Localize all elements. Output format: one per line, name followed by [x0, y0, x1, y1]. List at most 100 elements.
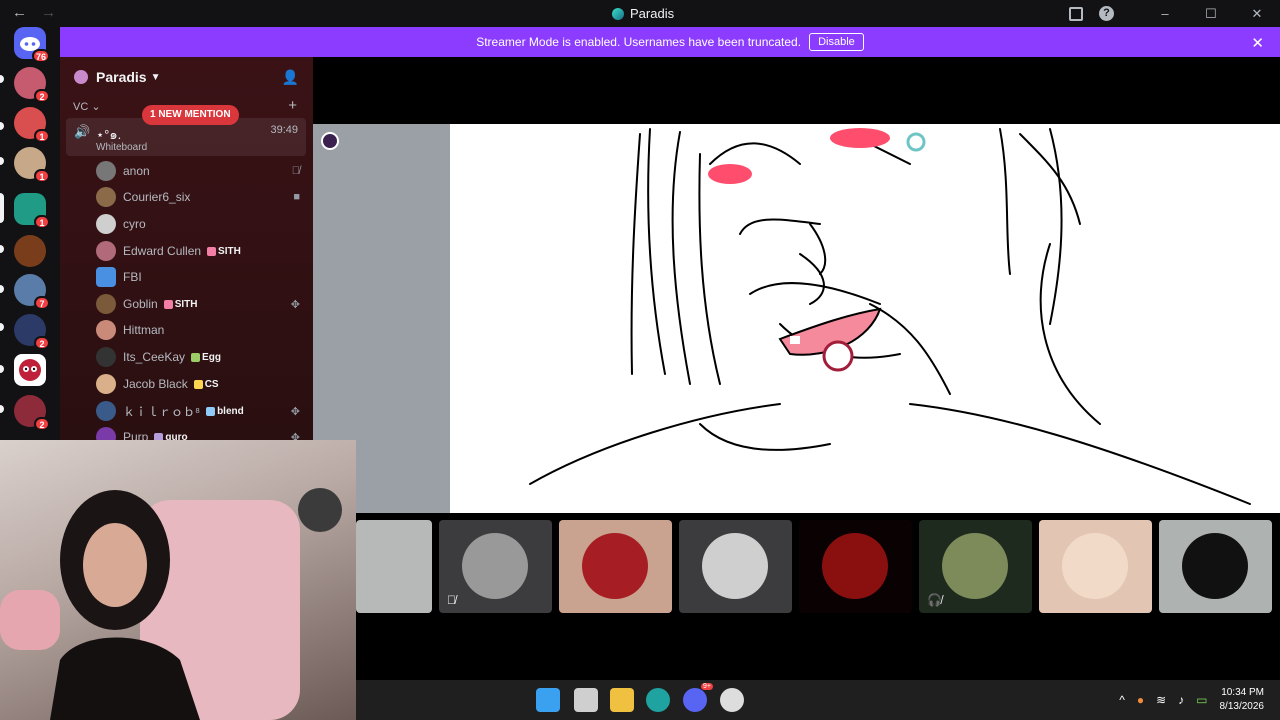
close-banner-icon[interactable]: ✕	[1251, 34, 1264, 52]
server-icon[interactable]: 7	[14, 274, 50, 310]
unread-pip	[0, 157, 4, 165]
member-name: Purp	[123, 430, 149, 440]
task-view-icon[interactable]	[574, 688, 598, 712]
server-icon[interactable]: 1	[14, 107, 50, 143]
role-tag: CS	[193, 378, 219, 390]
participant-avatar	[942, 533, 1008, 599]
chevron-up-icon[interactable]: ^	[1119, 693, 1125, 707]
voice-member[interactable]: Goblin SITH ✥	[96, 293, 308, 315]
edge-icon[interactable]	[646, 688, 670, 712]
unread-pip	[0, 245, 4, 253]
participant-avatar	[1062, 533, 1128, 599]
discord-badge: 9+	[701, 683, 713, 690]
participant-tile[interactable]	[559, 520, 672, 613]
unread-pip	[0, 323, 4, 331]
avatar	[96, 374, 116, 394]
participant-tile[interactable]: 🎙̸	[439, 520, 552, 613]
server-list: 76 2 1 1 1 7 2 2	[0, 27, 60, 440]
member-name: Edward Cullen	[123, 244, 202, 258]
participant-tile[interactable]	[1039, 520, 1152, 613]
role-tag-text: guro	[165, 431, 188, 441]
server-icon[interactable]	[14, 354, 46, 386]
voice-member[interactable]: anon 🎙̸	[96, 160, 308, 182]
role-tag-text: Egg	[202, 351, 221, 363]
role-tag-text: SITH	[174, 298, 198, 310]
avatar	[96, 320, 116, 340]
guild-header[interactable]: Paradis ▼ 👤	[60, 57, 313, 97]
participant-avatar	[582, 533, 648, 599]
heart-icon	[163, 299, 173, 309]
chevron-down-icon: ▼	[150, 71, 161, 83]
participant-tile[interactable]	[1159, 520, 1272, 613]
heart-icon	[207, 246, 217, 256]
taskbar-clock[interactable]: 10:34 PM 8/13/2026	[1220, 686, 1265, 714]
voice-member[interactable]: FBI	[96, 266, 308, 288]
selected-pip	[0, 193, 4, 223]
new-mention-pill[interactable]: 1 NEW MENTION	[142, 105, 239, 125]
volume-icon[interactable]: ♪	[1178, 693, 1184, 707]
create-channel-icon[interactable]: +	[288, 97, 297, 114]
voice-member[interactable]: Hittman	[96, 319, 308, 341]
whiteboard-canvas[interactable]	[450, 124, 1280, 513]
clock-time: 10:34 PM	[1221, 687, 1264, 698]
inbox-icon[interactable]	[1069, 6, 1083, 21]
avatar	[96, 401, 116, 421]
role-tag-text: CS	[204, 378, 219, 390]
participant-tile[interactable]	[799, 520, 912, 613]
disable-streamer-mode-button[interactable]: Disable	[809, 33, 864, 51]
server-icon[interactable]: 2	[14, 67, 50, 103]
channel-sidebar: Paradis ▼ 👤 VC ⌄ + 🔊 ⋆°๑. 39:49 Whiteboa…	[60, 57, 313, 440]
server-icon[interactable]: 2	[14, 395, 50, 431]
battery-icon[interactable]: ▭	[1196, 693, 1207, 707]
unread-pip	[0, 75, 4, 83]
microphone-icon[interactable]: ●	[1137, 693, 1144, 707]
voice-member[interactable]: Courier6_six ■	[96, 186, 308, 208]
unread-pip	[0, 285, 4, 293]
category-vc[interactable]: VC ⌄	[73, 100, 101, 113]
forward-arrow-icon[interactable]: →	[41, 4, 56, 21]
participant-tile[interactable]	[679, 520, 792, 613]
server-icon[interactable]	[14, 235, 46, 267]
server-icon[interactable]: 1	[14, 193, 50, 229]
voice-member[interactable]: ｋｉｌｒｏｂ⁸ blend ✥	[96, 400, 308, 422]
wifi-icon[interactable]: ≋	[1156, 693, 1166, 707]
participant-tile[interactable]: 🎧̸	[919, 520, 1032, 613]
back-arrow-icon[interactable]: ←	[12, 4, 27, 21]
avatar	[96, 267, 116, 287]
role-tag-text: blend	[217, 405, 244, 417]
window-title: Paradis	[612, 6, 674, 21]
system-tray: ^ ● ≋ ♪ ▭ 10:34 PM 8/13/2026	[1119, 680, 1280, 720]
participant-avatar	[1182, 533, 1248, 599]
voice-member[interactable]: Purp guro ✥	[96, 426, 308, 440]
home-button[interactable]: 76	[14, 27, 50, 63]
window-controls: ? – ☐ ✕	[1069, 0, 1280, 27]
server-logo-icon	[612, 7, 624, 20]
server-badge: 1	[34, 169, 50, 183]
activity-icon: ✥	[290, 298, 300, 311]
help-icon[interactable]: ?	[1099, 6, 1114, 21]
avatar	[96, 187, 116, 207]
server-badge: 7	[34, 296, 50, 310]
file-explorer-icon[interactable]	[610, 688, 634, 712]
discord-taskbar-icon[interactable]: 9+	[683, 683, 713, 712]
server-icon[interactable]: 2	[14, 314, 50, 350]
voice-member[interactable]: Edward Cullen SITH	[96, 240, 308, 262]
member-name: ｋｉｌｒｏｂ⁸	[123, 404, 201, 419]
maximize-button[interactable]: ☐	[1188, 6, 1234, 22]
voice-member[interactable]: cyro	[96, 213, 308, 235]
role-tag: Egg	[191, 352, 221, 363]
clock-date: 8/13/2026	[1219, 701, 1265, 712]
start-button[interactable]	[536, 688, 560, 712]
server-icon[interactable]: 1	[14, 147, 50, 183]
home-badge: 76	[31, 49, 50, 63]
close-window-button[interactable]: ✕	[1234, 6, 1280, 22]
minimize-button[interactable]: –	[1142, 6, 1188, 21]
voice-member[interactable]: Jacob Black CS	[96, 373, 308, 395]
ghost-icon	[154, 432, 164, 440]
title-bar: ← → Paradis ? – ☐ ✕	[0, 0, 1280, 27]
obs-icon[interactable]	[720, 688, 744, 712]
voice-member[interactable]: Its_CeeKay Egg	[96, 346, 308, 368]
participant-tile[interactable]	[356, 520, 432, 613]
avatar	[96, 427, 116, 440]
invite-people-icon[interactable]: 👤	[282, 69, 299, 86]
